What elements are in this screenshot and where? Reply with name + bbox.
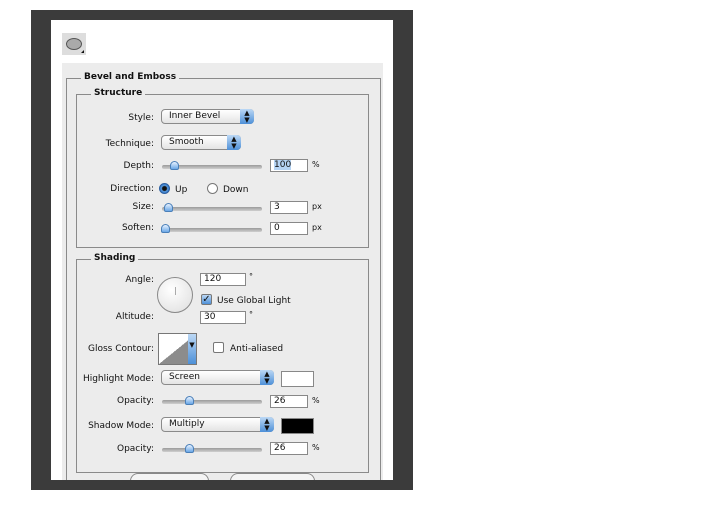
window-frame-bottom — [31, 480, 413, 490]
altitude-label: Altitude: — [115, 312, 154, 322]
style-value: Inner Bevel — [169, 111, 221, 121]
shading-group — [76, 259, 369, 473]
technique-label: Technique: — [105, 139, 154, 149]
direction-up-radio[interactable] — [159, 183, 170, 194]
technique-select[interactable]: Smooth ▲ ▼ — [161, 135, 241, 150]
stepper-arrows-icon: ▲ ▼ — [227, 135, 241, 150]
slider-thumb[interactable] — [184, 396, 194, 405]
shadow-mode-label: Shadow Mode: — [88, 421, 154, 431]
direction-up-label: Up — [175, 185, 188, 195]
angle-label: Angle: — [125, 275, 154, 285]
stepper-arrows-icon: ▲ ▼ — [240, 109, 254, 124]
shadow-color-swatch[interactable] — [281, 418, 314, 434]
soften-slider[interactable] — [161, 224, 262, 233]
shadow-opacity-label: Opacity: — [117, 444, 154, 454]
altitude-unit: ° — [249, 310, 253, 319]
depth-value: 100 — [274, 160, 292, 170]
depth-label: Depth: — [123, 161, 154, 171]
soften-input[interactable]: 0 — [270, 222, 308, 235]
depth-unit: % — [312, 160, 320, 169]
stepper-arrows-icon: ▲ ▼ — [260, 370, 274, 385]
shadow-opacity-unit: % — [312, 443, 320, 452]
angle-dial[interactable] — [157, 277, 193, 313]
size-slider[interactable] — [162, 203, 262, 212]
direction-label: Direction: — [110, 184, 154, 194]
angle-input[interactable]: 120 — [200, 273, 246, 286]
direction-down-label: Down — [223, 185, 249, 195]
anti-aliased-checkbox[interactable] — [213, 342, 224, 353]
angle-unit: ° — [249, 272, 253, 281]
highlight-mode-select[interactable]: Screen ▲ ▼ — [161, 370, 274, 385]
ellipse-preset-icon[interactable] — [62, 33, 86, 55]
soften-label: Soften: — [121, 223, 154, 233]
depth-input[interactable]: 100 — [270, 159, 308, 172]
slider-thumb[interactable] — [161, 224, 170, 233]
highlight-mode-label: Highlight Mode: — [82, 374, 154, 384]
shadow-mode-select[interactable]: Multiply ▲ ▼ — [161, 417, 274, 432]
dropdown-arrow-icon: ▼ — [188, 334, 196, 364]
use-global-light-label: Use Global Light — [217, 296, 291, 306]
size-input[interactable]: 3 — [270, 201, 308, 214]
style-select[interactable]: Inner Bevel ▲ ▼ — [161, 109, 254, 124]
direction-down-radio[interactable] — [207, 183, 218, 194]
gloss-contour-label: Gloss Contour: — [87, 344, 154, 354]
anti-aliased-label: Anti-aliased — [230, 344, 284, 354]
shadow-mode-value: Multiply — [169, 419, 205, 429]
size-unit: px — [312, 202, 322, 211]
soften-unit: px — [312, 223, 322, 232]
style-label: Style: — [128, 113, 154, 123]
gloss-contour-picker[interactable]: ▼ — [158, 333, 197, 365]
shadow-opacity-input[interactable]: 26 — [270, 442, 308, 455]
depth-slider[interactable] — [162, 161, 262, 170]
altitude-input[interactable]: 30 — [200, 311, 246, 324]
highlight-opacity-slider[interactable] — [162, 396, 262, 405]
technique-value: Smooth — [169, 137, 204, 147]
highlight-opacity-input[interactable]: 26 — [270, 395, 308, 408]
highlight-color-swatch[interactable] — [281, 371, 314, 387]
bevel-emboss-title: Bevel and Emboss — [81, 72, 180, 82]
slider-thumb[interactable] — [184, 444, 194, 453]
use-global-light-checkbox[interactable]: ✓ — [201, 294, 212, 305]
structure-title: Structure — [91, 88, 146, 98]
slider-thumb[interactable] — [163, 203, 173, 212]
highlight-mode-value: Screen — [169, 372, 200, 382]
slider-thumb[interactable] — [170, 161, 180, 170]
shadow-opacity-slider[interactable] — [162, 444, 262, 453]
stepper-arrows-icon: ▲ ▼ — [260, 417, 274, 432]
highlight-opacity-unit: % — [312, 396, 320, 405]
shading-title: Shading — [91, 253, 139, 263]
size-label: Size: — [132, 202, 154, 212]
highlight-opacity-label: Opacity: — [117, 396, 154, 406]
